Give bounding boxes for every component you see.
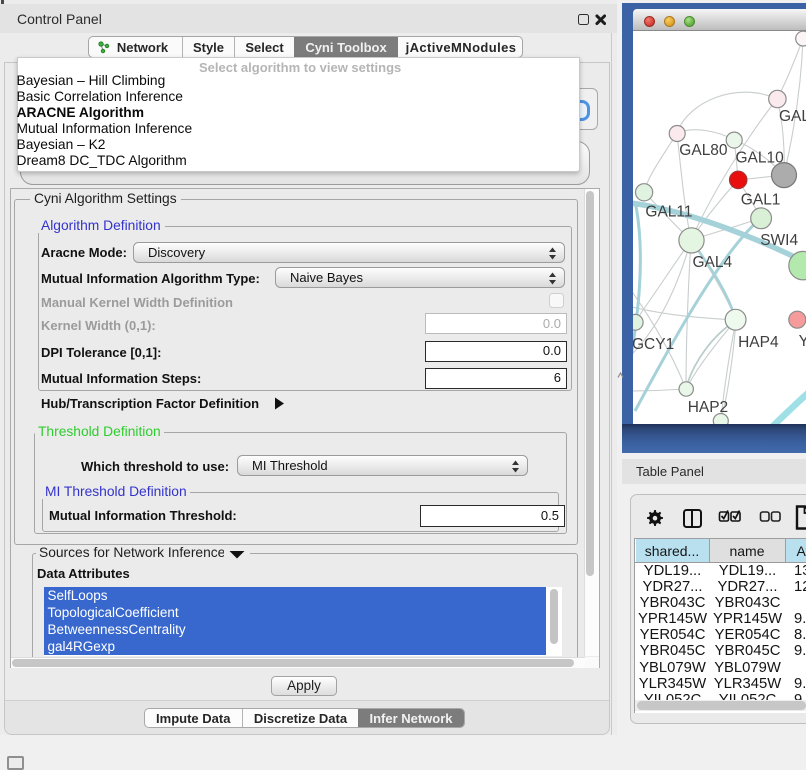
svg-text:GAL1: GAL1 [741,191,781,208]
svg-text:GAL4: GAL4 [693,254,733,271]
svg-text:GAL11: GAL11 [645,204,692,221]
svg-text:YM: YM [799,333,806,350]
svg-text:SWI4: SWI4 [760,232,798,249]
svg-text:GAL2: GAL2 [779,108,806,125]
svg-text:GAL80: GAL80 [679,142,728,159]
svg-text:HAP2: HAP2 [688,399,729,416]
svg-text:HAP4: HAP4 [738,334,779,351]
svg-text:GCY1: GCY1 [633,336,674,353]
svg-text:GAL10: GAL10 [736,150,785,167]
